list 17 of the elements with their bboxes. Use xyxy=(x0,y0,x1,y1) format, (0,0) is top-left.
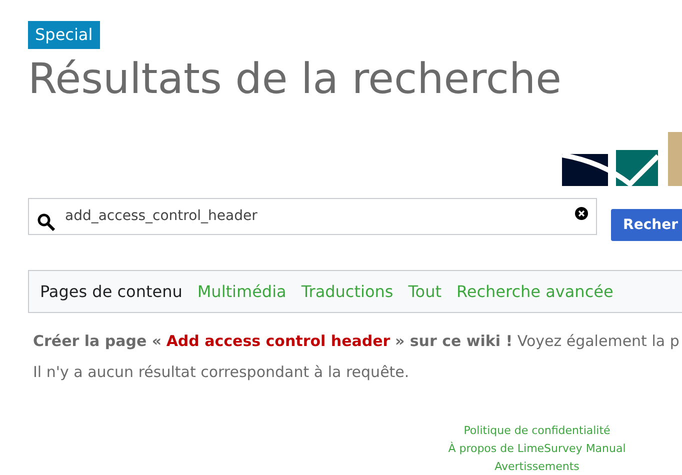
search-tab[interactable]: Traductions xyxy=(301,280,394,304)
search-icon xyxy=(37,212,55,230)
search-tab[interactable]: Tout xyxy=(408,280,442,304)
no-results-message: Il n'y a aucun résultat correspondant à la requête. xyxy=(33,362,410,382)
category-badge: Special xyxy=(28,21,100,49)
page-title: Résultats de la recherche xyxy=(28,53,562,105)
create-page-link[interactable]: Add access control header xyxy=(166,332,390,350)
create-page-message: Créer la page « Add access control header » sur ce wiki ! Voyez également la p xyxy=(33,331,680,352)
search-tab[interactable]: Recherche avancée xyxy=(456,280,614,304)
footer-link[interactable]: Avertissements xyxy=(494,458,580,475)
search-tab[interactable]: Pages de contenu xyxy=(40,280,182,304)
footer-link[interactable]: Politique de confidentialité xyxy=(464,422,610,439)
search-tab[interactable]: Multimédia xyxy=(197,280,286,304)
clear-icon[interactable] xyxy=(575,207,588,220)
search-button[interactable]: Recher xyxy=(611,209,682,241)
footer-link[interactable]: À propos de LimeSurvey Manual xyxy=(448,440,626,457)
search-field[interactable]: add_access_control_header xyxy=(28,198,598,235)
